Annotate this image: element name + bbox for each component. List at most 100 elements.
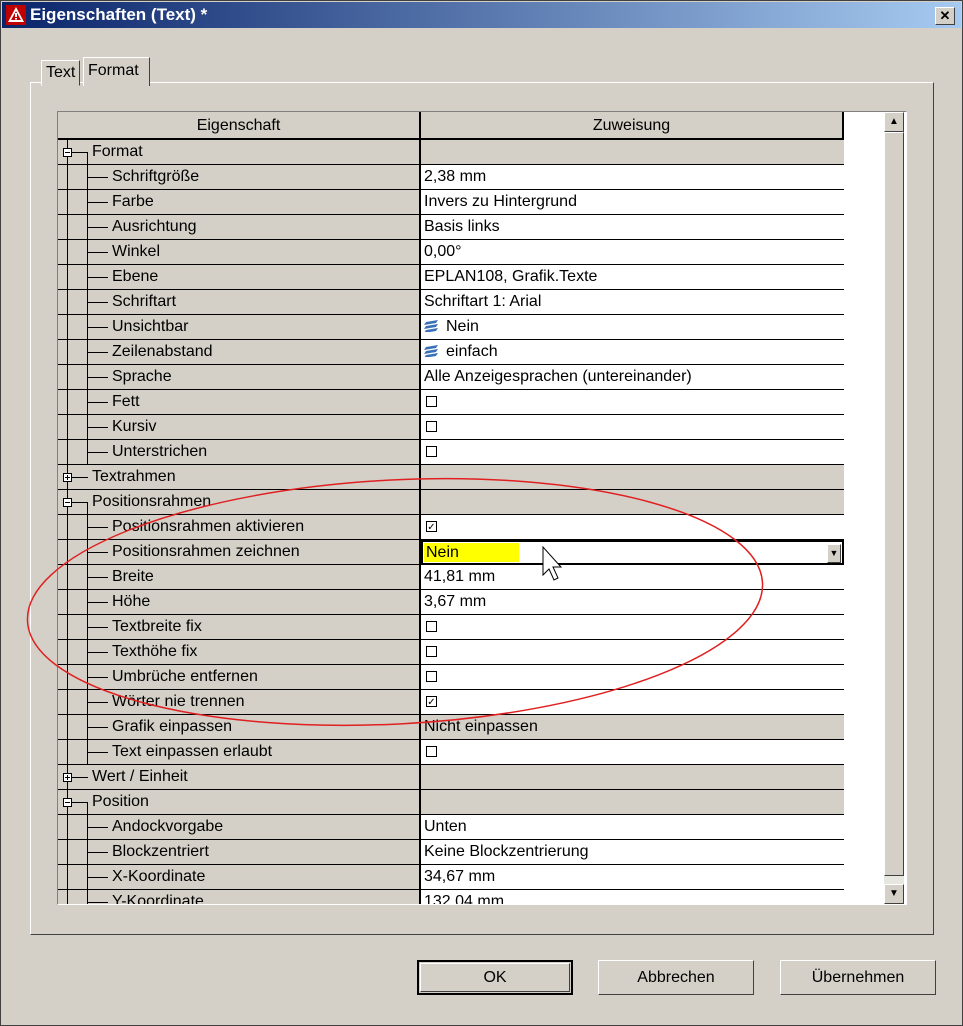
property-name-cell[interactable]: Blockzentriert — [58, 840, 421, 865]
property-value-cell[interactable]: 34,67 mm — [421, 865, 844, 890]
property-row[interactable]: Höhe 3,67 mm — [58, 590, 844, 615]
ok-button[interactable]: OK — [417, 960, 573, 995]
property-name-cell[interactable]: Unsichtbar — [58, 315, 421, 340]
property-value-cell[interactable] — [421, 415, 844, 440]
checkbox[interactable] — [426, 646, 437, 657]
property-value-cell[interactable] — [421, 615, 844, 640]
property-name-cell[interactable]: Höhe — [58, 590, 421, 615]
property-row[interactable]: Text einpassen erlaubt — [58, 740, 844, 765]
property-name-cell[interactable]: Umbrüche entfernen — [58, 665, 421, 690]
property-name-cell[interactable]: Textrahmen — [58, 465, 421, 490]
property-row[interactable]: Positionsrahmen zeichnen Nein ▼ — [58, 540, 844, 565]
property-name-cell[interactable]: Winkel — [58, 240, 421, 265]
property-name-cell[interactable]: Text einpassen erlaubt — [58, 740, 421, 765]
checkbox[interactable] — [426, 446, 437, 457]
property-name-cell[interactable]: Position — [58, 790, 421, 815]
checkbox[interactable]: ✓ — [426, 696, 437, 708]
property-value-cell[interactable]: ✓ — [421, 515, 844, 540]
property-value-cell[interactable]: Alle Anzeigesprachen (untereinander) — [421, 365, 844, 390]
property-value-cell[interactable] — [421, 440, 844, 465]
group-row[interactable]: Wert / Einheit — [58, 765, 844, 790]
property-row[interactable]: Ausrichtung Basis links — [58, 215, 844, 240]
property-value-cell[interactable]: 41,81 mm — [421, 565, 844, 590]
property-name-cell[interactable]: Positionsrahmen — [58, 490, 421, 515]
property-name-cell[interactable]: Grafik einpassen — [58, 715, 421, 740]
scroll-down-button[interactable]: ▼ — [884, 884, 904, 904]
group-row[interactable]: Positionsrahmen — [58, 490, 844, 515]
property-name-cell[interactable]: Sprache — [58, 365, 421, 390]
property-row[interactable]: Kursiv — [58, 415, 844, 440]
property-name-cell[interactable]: X-Koordinate — [58, 865, 421, 890]
property-name-cell[interactable]: Textbreite fix — [58, 615, 421, 640]
property-row[interactable]: Ebene EPLAN108, Grafik.Texte — [58, 265, 844, 290]
scroll-up-button[interactable]: ▲ — [884, 112, 904, 132]
property-name-cell[interactable]: Ausrichtung — [58, 215, 421, 240]
property-value-cell[interactable]: EPLAN108, Grafik.Texte — [421, 265, 844, 290]
property-row[interactable]: Blockzentriert Keine Blockzentrierung — [58, 840, 844, 865]
property-value-cell[interactable]: Schriftart 1: Arial — [421, 290, 844, 315]
property-value-cell[interactable] — [421, 740, 844, 765]
property-value-cell[interactable] — [421, 640, 844, 665]
property-name-cell[interactable]: Positionsrahmen zeichnen — [58, 540, 421, 565]
cancel-button[interactable]: Abbrechen — [598, 960, 754, 995]
group-row[interactable]: Textrahmen — [58, 465, 844, 490]
property-name-cell[interactable]: Kursiv — [58, 415, 421, 440]
property-value-cell[interactable]: 132,04 mm — [421, 890, 844, 904]
property-value-cell[interactable]: Invers zu Hintergrund — [421, 190, 844, 215]
property-value-cell[interactable]: 3,67 mm — [421, 590, 844, 615]
chevron-down-icon[interactable]: ▼ — [827, 544, 841, 563]
checkbox[interactable]: ✓ — [426, 521, 437, 533]
checkbox[interactable] — [426, 621, 437, 632]
property-name-cell[interactable]: Schriftart — [58, 290, 421, 315]
checkbox[interactable] — [426, 421, 437, 432]
scroll-thumb[interactable] — [884, 132, 904, 876]
apply-button[interactable]: Übernehmen — [780, 960, 936, 995]
property-value-cell[interactable]: ✓ — [421, 690, 844, 715]
property-row[interactable]: Winkel 0,00° — [58, 240, 844, 265]
close-button[interactable]: ✕ — [935, 7, 955, 25]
property-name-cell[interactable]: Breite — [58, 565, 421, 590]
property-row[interactable]: Breite 41,81 mm — [58, 565, 844, 590]
property-row[interactable]: Wörter nie trennen ✓ — [58, 690, 844, 715]
property-row[interactable]: Y-Koordinate 132,04 mm — [58, 890, 844, 904]
property-row[interactable]: Schriftgröße 2,38 mm — [58, 165, 844, 190]
title-bar[interactable]: Eigenschaften (Text) * ✕ — [2, 2, 961, 28]
property-row[interactable]: X-Koordinate 34,67 mm — [58, 865, 844, 890]
property-row[interactable]: Texthöhe fix — [58, 640, 844, 665]
checkbox[interactable] — [426, 671, 437, 682]
property-row[interactable]: Grafik einpassen Nicht einpassen — [58, 715, 844, 740]
tab-text[interactable]: Text — [41, 60, 81, 86]
property-row[interactable]: Textbreite fix — [58, 615, 844, 640]
property-value-cell[interactable]: Unten — [421, 815, 844, 840]
property-name-cell[interactable]: Wörter nie trennen — [58, 690, 421, 715]
property-name-cell[interactable]: Wert / Einheit — [58, 765, 421, 790]
property-name-cell[interactable]: Positionsrahmen aktivieren — [58, 515, 421, 540]
property-name-cell[interactable]: Y-Koordinate — [58, 890, 421, 904]
group-row[interactable]: Position — [58, 790, 844, 815]
property-name-cell[interactable]: Andockvorgabe — [58, 815, 421, 840]
property-name-cell[interactable]: Ebene — [58, 265, 421, 290]
property-value-cell[interactable]: Nein — [421, 315, 844, 340]
property-name-cell[interactable]: Unterstrichen — [58, 440, 421, 465]
property-value-cell[interactable]: 2,38 mm — [421, 165, 844, 190]
checkbox[interactable] — [426, 396, 437, 407]
property-name-cell[interactable]: Schriftgröße — [58, 165, 421, 190]
vertical-scrollbar[interactable]: ▲ ▼ — [884, 112, 904, 904]
property-row[interactable]: Umbrüche entfernen — [58, 665, 844, 690]
property-value-cell[interactable] — [421, 390, 844, 415]
property-name-cell[interactable]: Texthöhe fix — [58, 640, 421, 665]
property-row[interactable]: Farbe Invers zu Hintergrund — [58, 190, 844, 215]
property-value-cell[interactable]: 0,00° — [421, 240, 844, 265]
group-row[interactable]: Format — [58, 140, 844, 165]
property-name-cell[interactable]: Zeilenabstand — [58, 340, 421, 365]
column-header-zuweisung[interactable]: Zuweisung — [421, 112, 844, 140]
property-row[interactable]: Positionsrahmen aktivieren ✓ — [58, 515, 844, 540]
tab-format[interactable]: Format — [83, 57, 150, 86]
property-name-cell[interactable]: Farbe — [58, 190, 421, 215]
property-row[interactable]: Schriftart Schriftart 1: Arial — [58, 290, 844, 315]
property-row[interactable]: Sprache Alle Anzeigesprachen (untereinand… — [58, 365, 844, 390]
column-header-eigenschaft[interactable]: Eigenschaft — [58, 112, 421, 140]
property-row[interactable]: Fett — [58, 390, 844, 415]
property-row[interactable]: Unterstrichen — [58, 440, 844, 465]
property-row[interactable]: Unsichtbar Nein — [58, 315, 844, 340]
